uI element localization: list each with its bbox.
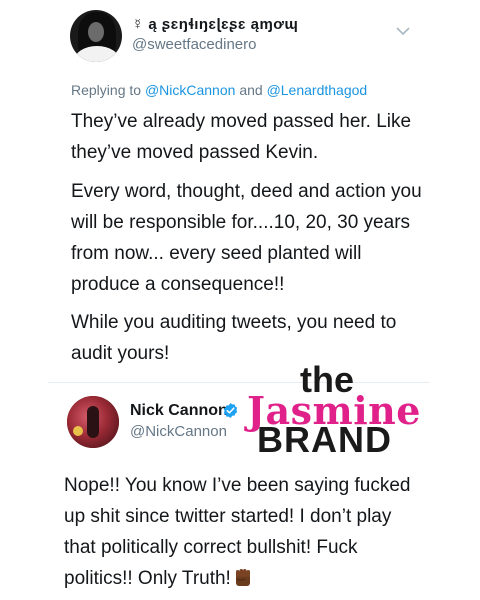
- user-handle[interactable]: @NickCannon: [130, 423, 227, 440]
- tweet-text-paragraph: They’ve already moved passed her. Like t…: [71, 111, 412, 163]
- replying-to-label: Replying to: [71, 82, 142, 98]
- mention-link[interactable]: @Lenardthagod: [267, 82, 368, 98]
- chevron-down-icon[interactable]: [396, 26, 410, 36]
- raised-fist-emoji-icon: [235, 569, 250, 586]
- replying-to-and: and: [239, 82, 263, 98]
- avatar[interactable]: [67, 396, 119, 448]
- user-handle[interactable]: @sweetfacedinero: [132, 36, 256, 53]
- display-name[interactable]: Nick Cannon: [130, 402, 228, 420]
- mention-link[interactable]: @NickCannon: [145, 82, 235, 98]
- tweet-text-paragraph: Every word, thought, deed and action you…: [71, 181, 422, 295]
- avatar[interactable]: [70, 10, 122, 62]
- watermark-line: BRAND: [257, 419, 392, 460]
- display-name[interactable]: ☿ ą ʂɛŋɬıŋɛɭɛʂɛ ąɱơɰ: [132, 16, 298, 33]
- replying-to: Replying to @NickCannon and @Lenardthago…: [71, 82, 367, 98]
- verified-badge-icon: [223, 403, 238, 418]
- tweet-text-paragraph: While you auditing tweets, you need to a…: [71, 312, 397, 364]
- tweet-text: Nope!! You know I’ve been saying fucked …: [64, 470, 424, 594]
- divider: [48, 382, 430, 383]
